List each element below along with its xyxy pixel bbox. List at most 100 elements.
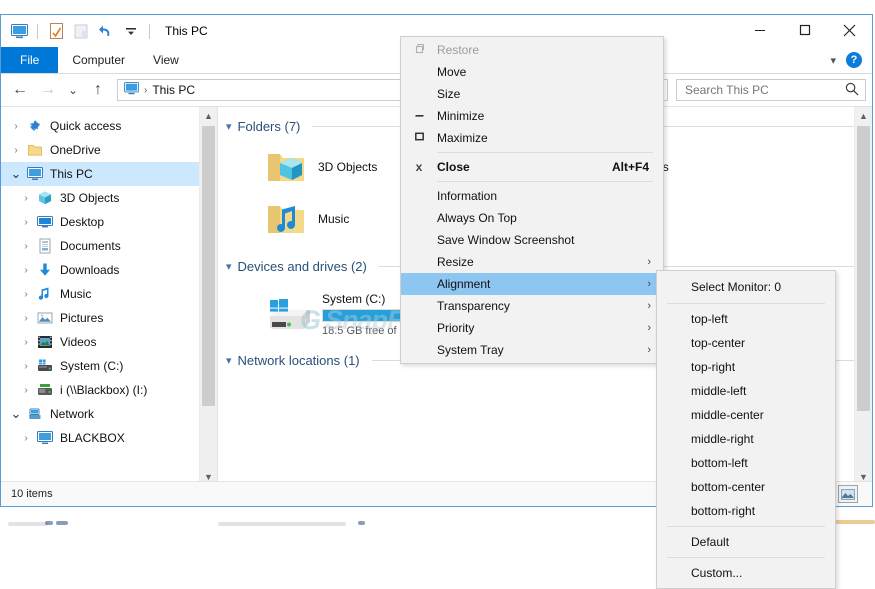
close-button[interactable] xyxy=(827,15,872,45)
folder-tile-label: 3D Objects xyxy=(318,160,378,174)
menu-item-resize[interactable]: Resize › xyxy=(401,251,663,273)
maximize-button[interactable] xyxy=(782,15,827,45)
undo-icon[interactable] xyxy=(95,20,117,42)
menu-item-minimize[interactable]: Minimize xyxy=(401,105,663,127)
recent-locations-button[interactable]: ⌄ xyxy=(63,77,83,103)
menu-item-save-window-screenshot[interactable]: Save Window Screenshot xyxy=(401,229,663,251)
submenu-item-top-right[interactable]: top-right xyxy=(657,355,835,379)
chevron-right-icon[interactable]: › xyxy=(17,241,35,252)
sidebar-item-onedrive[interactable]: › OneDrive xyxy=(1,138,217,162)
tab-computer[interactable]: Computer xyxy=(58,47,139,73)
chevron-right-icon[interactable]: › xyxy=(17,313,35,324)
sidebar-item-system-c[interactable]: › System (C:) xyxy=(1,354,217,378)
menu-item-restore[interactable]: Restore xyxy=(401,39,663,61)
menu-item-priority[interactable]: Priority › xyxy=(401,317,663,339)
chevron-right-icon[interactable]: › xyxy=(17,289,35,300)
this-pc-icon[interactable] xyxy=(8,20,30,42)
submenu-item-custom[interactable]: Custom... xyxy=(657,561,835,585)
background-artifact xyxy=(8,522,48,526)
submenu-item-middle-center[interactable]: middle-center xyxy=(657,403,835,427)
chevron-right-icon[interactable]: › xyxy=(17,433,35,444)
large-icons-view-button[interactable] xyxy=(838,485,858,503)
search-icon[interactable] xyxy=(845,82,859,99)
window-title: This PC xyxy=(165,24,208,38)
chevron-right-icon[interactable]: › xyxy=(17,217,35,228)
new-folder-icon[interactable] xyxy=(70,20,92,42)
cloud-folder-icon xyxy=(25,142,45,158)
sidebar-item-3d-objects[interactable]: › 3D Objects xyxy=(1,186,217,210)
chevron-right-icon[interactable]: › xyxy=(17,385,35,396)
sidebar-item-pictures[interactable]: › Pictures xyxy=(1,306,217,330)
tab-view[interactable]: View xyxy=(139,47,193,73)
chevron-down-icon[interactable]: ▾ xyxy=(226,120,232,133)
menu-item-size[interactable]: Size xyxy=(401,83,663,105)
menu-item-alignment[interactable]: Alignment › xyxy=(401,273,663,295)
sidebar-item-downloads[interactable]: › Downloads xyxy=(1,258,217,282)
menu-item-close[interactable]: x Close Alt+F4 xyxy=(401,156,663,178)
sidebar-item-blackbox[interactable]: › BLACKBOX xyxy=(1,426,217,450)
chevron-right-icon[interactable]: › xyxy=(7,121,25,132)
window-controls xyxy=(737,15,872,45)
help-icon[interactable]: ? xyxy=(846,52,862,68)
sidebar-item-this-pc[interactable]: ⌄ This PC xyxy=(1,162,217,186)
sidebar-item-i-blackbox-i[interactable]: › i (\\Blackbox) (I:) xyxy=(1,378,217,402)
submenu-separator xyxy=(667,303,825,304)
properties-icon[interactable] xyxy=(45,20,67,42)
tab-file[interactable]: File xyxy=(1,47,59,73)
menu-item-move[interactable]: Move xyxy=(401,61,663,83)
quick-access-toolbar: This PC xyxy=(1,15,208,47)
menu-item-maximize[interactable]: Maximize xyxy=(401,127,663,149)
chevron-down-icon[interactable]: ▾ xyxy=(226,354,232,367)
nav-scroll-up-icon[interactable]: ▲ xyxy=(200,107,217,124)
sidebar-item-videos[interactable]: › Videos xyxy=(1,330,217,354)
window-system-context-menu: Restore Move Size Minimize Maximize x Close Alt… xyxy=(400,36,664,364)
chevron-down-icon[interactable]: ▾ xyxy=(830,54,836,67)
forward-button[interactable]: → xyxy=(35,77,61,103)
sidebar-item-desktop[interactable]: › Desktop xyxy=(1,210,217,234)
breadcrumb[interactable]: This PC xyxy=(152,83,195,97)
chevron-right-icon[interactable]: › xyxy=(17,337,35,348)
search-box[interactable] xyxy=(676,79,866,101)
submenu-item-middle-right[interactable]: middle-right xyxy=(657,427,835,451)
menu-item-system-tray[interactable]: System Tray › xyxy=(401,339,663,361)
submenu-item-select-monitor-0[interactable]: Select Monitor: 0 xyxy=(657,274,835,300)
content-scroll-up-icon[interactable]: ▲ xyxy=(855,107,872,124)
group-title-folders: Folders (7) xyxy=(237,118,301,134)
submenu-item-bottom-right[interactable]: bottom-right xyxy=(657,499,835,523)
content-scroll-thumb[interactable] xyxy=(857,126,870,411)
submenu-item-default[interactable]: Default xyxy=(657,530,835,554)
sidebar-item-music[interactable]: › Music xyxy=(1,282,217,306)
nav-scrollbar[interactable]: ▲ ▼ xyxy=(199,107,217,485)
submenu-item-bottom-center[interactable]: bottom-center xyxy=(657,475,835,499)
chevron-right-icon[interactable]: › xyxy=(7,145,25,156)
sidebar-item-quick-access[interactable]: › Quick access xyxy=(1,114,217,138)
minimize-button[interactable] xyxy=(737,15,782,45)
submenu-item-bottom-left[interactable]: bottom-left xyxy=(657,451,835,475)
menu-item-transparency[interactable]: Transparency › xyxy=(401,295,663,317)
menu-item-label: Save Window Screenshot xyxy=(437,233,575,247)
chevron-down-icon[interactable]: ▾ xyxy=(226,260,232,273)
customize-qat-icon[interactable] xyxy=(120,20,142,42)
chevron-down-icon[interactable]: ⌄ xyxy=(7,166,25,182)
submenu-item-middle-left[interactable]: middle-left xyxy=(657,379,835,403)
nav-scroll-thumb[interactable] xyxy=(202,126,215,406)
hard-drive-icon xyxy=(35,358,55,374)
sidebar-item-label: System (C:) xyxy=(60,359,124,373)
menu-item-information[interactable]: Information xyxy=(401,185,663,207)
chevron-down-icon[interactable]: ⌄ xyxy=(7,406,25,422)
chevron-right-icon[interactable]: › xyxy=(17,265,35,276)
chevron-right-icon[interactable]: › xyxy=(17,361,35,372)
submenu-item-top-left[interactable]: top-left xyxy=(657,307,835,331)
chevron-right-icon: › xyxy=(647,344,651,356)
menu-item-always-on-top[interactable]: Always On Top xyxy=(401,207,663,229)
chevron-right-icon[interactable]: › xyxy=(17,193,35,204)
sidebar-item-network[interactable]: ⌄ Network xyxy=(1,402,217,426)
cube-icon xyxy=(35,190,55,206)
content-scrollbar[interactable]: ▲ ▼ xyxy=(854,107,872,485)
search-input[interactable] xyxy=(683,82,843,98)
up-button[interactable]: ↑ xyxy=(85,77,111,103)
back-button[interactable]: ← xyxy=(7,77,33,103)
submenu-item-top-center[interactable]: top-center xyxy=(657,331,835,355)
sidebar-item-documents[interactable]: › Documents xyxy=(1,234,217,258)
ribbon-right-controls: ▾ ? xyxy=(830,47,868,73)
